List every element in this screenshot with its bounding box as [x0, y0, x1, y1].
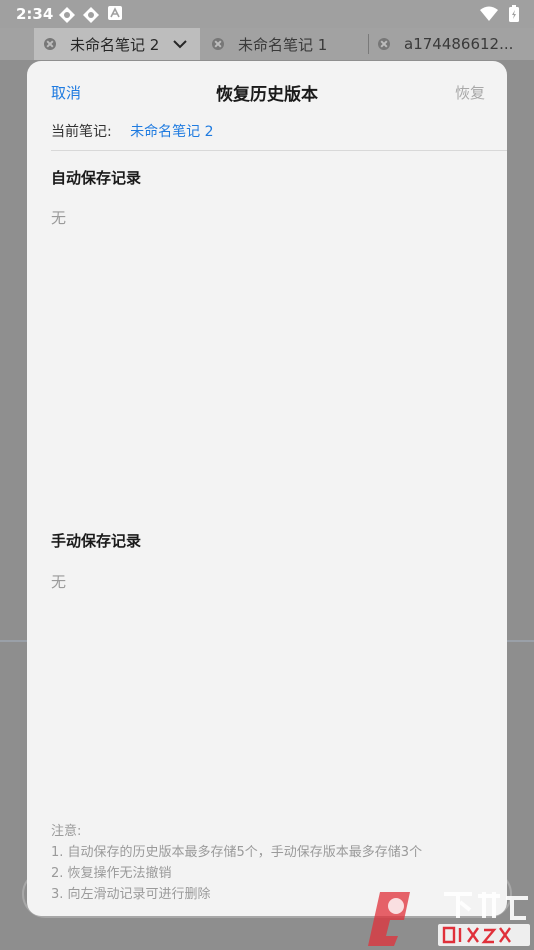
auto-save-title: 自动保存记录: [51, 169, 142, 187]
note-item: 1. 自动保存的历史版本最多存储5个，手动保存版本最多存储3个: [51, 845, 423, 860]
tab-bar: 未命名笔记 2 未命名笔记 1 a174486612...: [0, 28, 534, 60]
status-right: [479, 5, 520, 27]
app-icon-2: [83, 7, 99, 23]
app-icon-1: [59, 7, 75, 23]
tab-note-3[interactable]: a174486612...: [378, 28, 513, 60]
tab-note-1[interactable]: 未命名笔记 1: [210, 28, 327, 60]
close-icon[interactable]: [212, 38, 224, 50]
divider: [51, 150, 507, 151]
close-icon[interactable]: [44, 38, 56, 50]
wifi-icon: [479, 6, 498, 21]
tab-label: a174486612...: [404, 35, 514, 53]
dialog-title: 恢复历史版本: [216, 85, 318, 105]
tab-separator: [368, 34, 369, 54]
battery-icon: [509, 5, 519, 22]
watermark-logo: [368, 892, 530, 946]
current-note-name: 未命名笔记 2: [130, 124, 214, 140]
auto-save-empty: 无: [51, 209, 67, 227]
restore-history-dialog: 取消 恢复历史版本 恢复 当前笔记: 未命名笔记 2 自动保存记录 无 手动保存…: [27, 61, 507, 916]
tab-label: 未命名笔记 2: [70, 35, 160, 54]
note-item: 2. 恢复操作无法撤销: [51, 866, 172, 881]
manual-save-title: 手动保存记录: [51, 532, 142, 550]
notes-heading: 注意:: [51, 824, 82, 839]
chevron-down-icon[interactable]: [173, 39, 188, 49]
status-time: 2:34: [16, 5, 54, 23]
tab-label: 未命名笔记 1: [238, 35, 328, 54]
tab-note-2[interactable]: 未命名笔记 2: [34, 28, 200, 60]
status-bar: 2:34: [0, 0, 534, 28]
current-note-label: 当前笔记:: [51, 124, 112, 140]
current-note-row: 当前笔记: 未命名笔记 2: [51, 121, 214, 141]
close-icon[interactable]: [378, 38, 390, 50]
a-badge-icon: [108, 6, 122, 20]
restore-button[interactable]: 恢复: [455, 82, 485, 103]
manual-save-empty: 无: [51, 573, 67, 591]
